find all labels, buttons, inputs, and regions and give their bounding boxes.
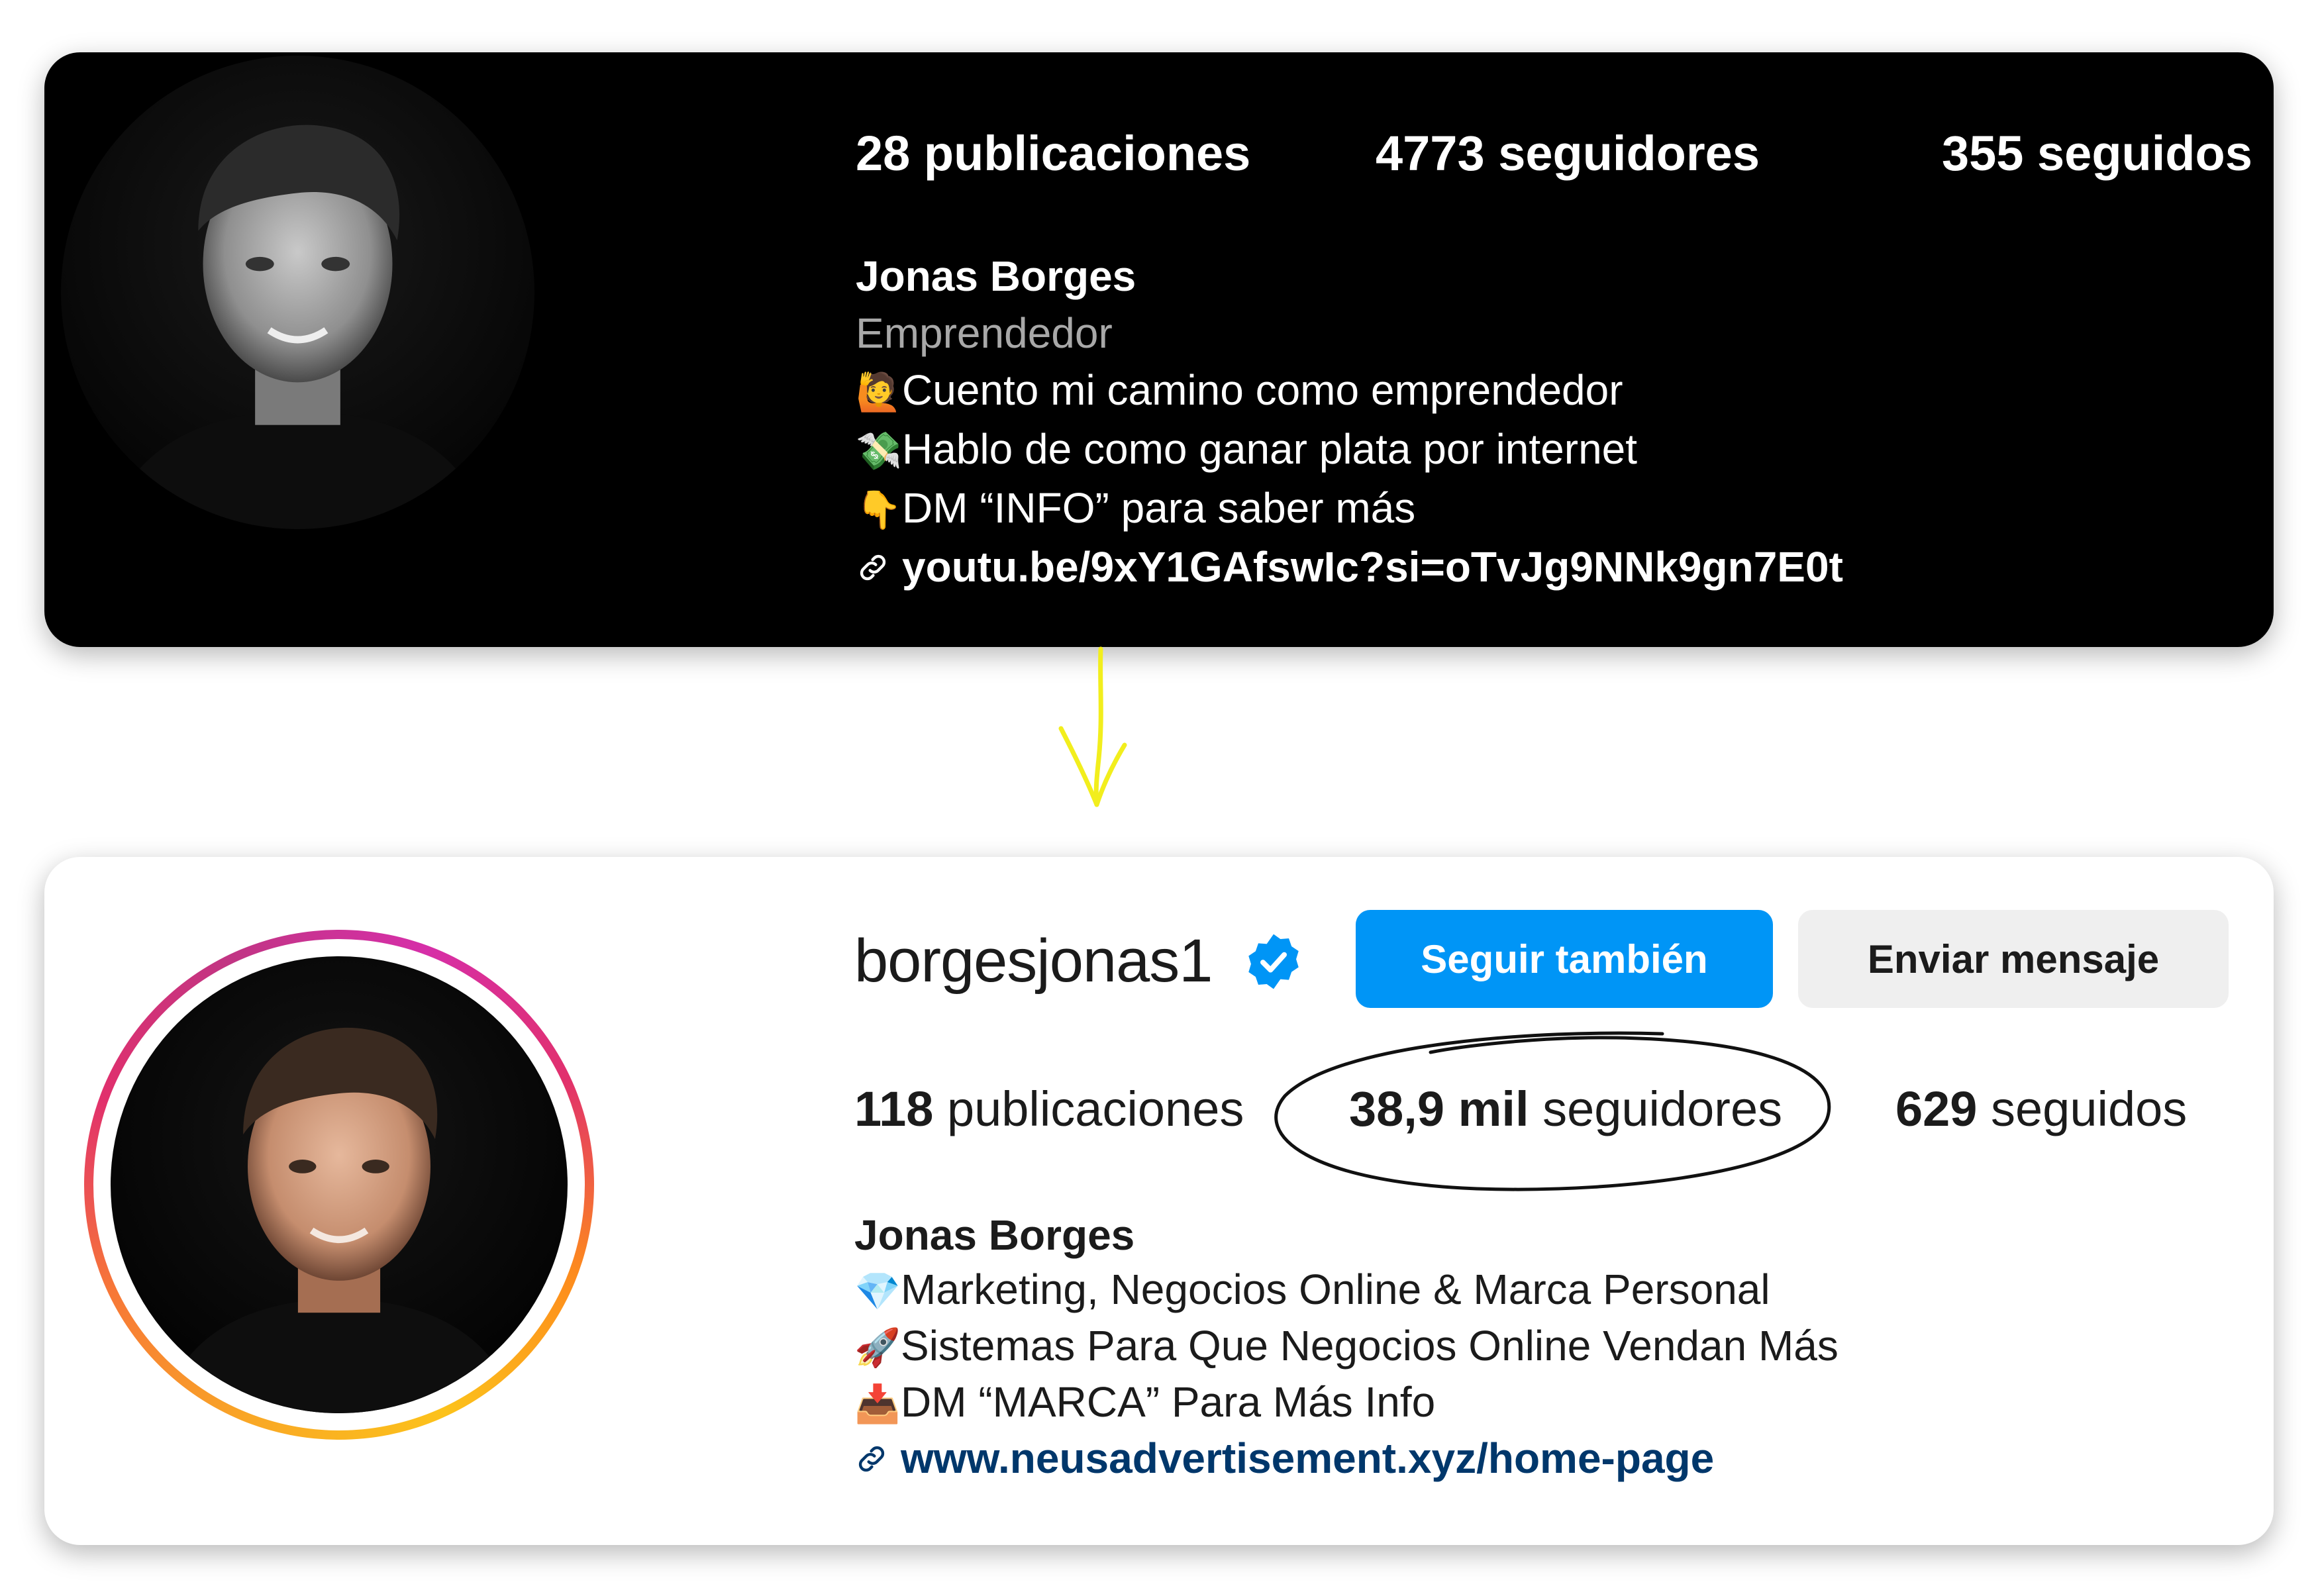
pointing-down-icon: 👇 bbox=[856, 489, 902, 530]
followers-count: 4773 bbox=[1376, 126, 1485, 181]
gem-icon: 💎 bbox=[854, 1270, 901, 1312]
highlight-oval-icon bbox=[1274, 1031, 1831, 1191]
posts-label: publicaciones bbox=[923, 126, 1251, 181]
category-label: Emprendedor bbox=[856, 309, 1113, 357]
person-raising-hand-icon: 🙋 bbox=[856, 371, 902, 413]
down-arrow-icon bbox=[1058, 646, 1127, 807]
avatar-photo-icon bbox=[111, 956, 568, 1413]
bio-after: Jonas Borges 💎Marketing, Negocios Online… bbox=[854, 1208, 1839, 1489]
money-wings-icon: 💸 bbox=[856, 430, 902, 472]
posts-count: 118 bbox=[854, 1081, 934, 1136]
bio-link-text[interactable]: youtu.be/9xY1GAfswIc?si=oTvJg9NNk9gn7E0t bbox=[902, 543, 1843, 591]
profile-card-after: borgesjonas1 Seguir también Enviar mensa… bbox=[44, 857, 2274, 1545]
follow-back-button[interactable]: Seguir también bbox=[1356, 910, 1773, 1008]
inbox-tray-icon: 📥 bbox=[854, 1383, 901, 1424]
following-stat-before[interactable]: 355 seguidos bbox=[1942, 125, 2252, 181]
posts-stat-before[interactable]: 28 publicaciones bbox=[856, 125, 1250, 181]
posts-count: 28 bbox=[856, 126, 911, 181]
bio-before: Jonas Borges Emprendedor 🙋Cuento mi cami… bbox=[856, 248, 1843, 599]
rocket-icon: 🚀 bbox=[854, 1326, 901, 1368]
send-message-button[interactable]: Enviar mensaje bbox=[1798, 910, 2229, 1008]
following-label: seguidos bbox=[2037, 126, 2252, 181]
bio-line: 📥DM “MARCA” Para Más Info bbox=[854, 1375, 1839, 1431]
followers-label: seguidores bbox=[1498, 126, 1760, 181]
posts-stat-after[interactable]: 118 publicaciones bbox=[854, 1081, 1244, 1137]
following-stat-after[interactable]: 629 seguidos bbox=[1895, 1081, 2187, 1137]
bio-link[interactable]: www.neusadvertisement.xyz/home-page bbox=[854, 1431, 1839, 1489]
followers-stat-before[interactable]: 4773 seguidores bbox=[1376, 125, 1760, 181]
following-count: 629 bbox=[1895, 1081, 1978, 1136]
bio-line: 👇DM “INFO” para saber más bbox=[856, 479, 1843, 538]
bio-link[interactable]: youtu.be/9xY1GAfswIc?si=oTvJg9NNk9gn7E0t bbox=[856, 538, 1843, 599]
stats-row-before: 28 publicaciones 4773 seguidores 355 seg… bbox=[856, 125, 2256, 191]
posts-label: publicaciones bbox=[946, 1081, 1244, 1136]
profile-avatar-before[interactable] bbox=[61, 56, 534, 529]
link-icon bbox=[854, 1434, 901, 1489]
verified-badge-icon bbox=[1248, 934, 1299, 989]
profile-avatar-after[interactable] bbox=[111, 956, 568, 1413]
bio-line: 🚀Sistemas Para Que Negocios Online Venda… bbox=[854, 1319, 1839, 1375]
display-name: Jonas Borges bbox=[856, 252, 1136, 300]
username: borgesjonas1 bbox=[854, 927, 1213, 995]
bio-line: 💸Hablo de como ganar plata por internet bbox=[856, 421, 1843, 479]
bio-line: 💎Marketing, Negocios Online & Marca Pers… bbox=[854, 1262, 1839, 1319]
bio-link-text[interactable]: www.neusadvertisement.xyz/home-page bbox=[901, 1434, 1714, 1482]
profile-card-before: 28 publicaciones 4773 seguidores 355 seg… bbox=[44, 52, 2274, 647]
following-label: seguidos bbox=[1991, 1081, 2188, 1136]
following-count: 355 bbox=[1942, 126, 2024, 181]
bio-line: 🙋Cuento mi camino como emprendedor bbox=[856, 362, 1843, 421]
avatar-photo-icon bbox=[61, 56, 534, 529]
link-icon bbox=[856, 542, 902, 599]
display-name: Jonas Borges bbox=[854, 1211, 1135, 1259]
